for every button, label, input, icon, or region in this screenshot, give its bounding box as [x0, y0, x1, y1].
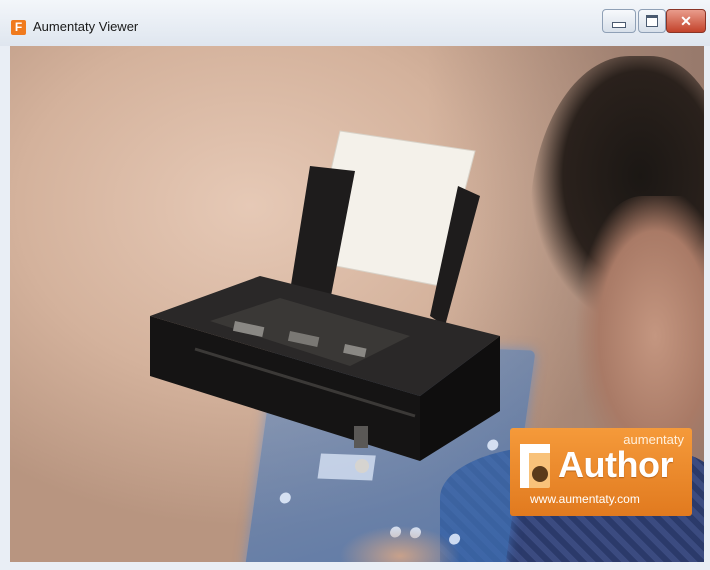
maximize-icon: [646, 15, 658, 27]
app-window: F Aumentaty Viewer ✕ aumentaty Author ww…: [0, 0, 710, 570]
minimize-button[interactable]: [602, 9, 636, 33]
title-bar[interactable]: F Aumentaty Viewer ✕: [0, 0, 710, 46]
person-hand: [340, 516, 460, 562]
power-button: [355, 459, 369, 473]
minimize-icon: [612, 22, 626, 28]
camera-viewport[interactable]: aumentaty Author www.aumentaty.com: [10, 46, 704, 562]
close-icon: ✕: [680, 13, 692, 29]
badge-title: Author: [558, 444, 673, 485]
aumentaty-logo-icon: F: [11, 20, 26, 35]
aumentaty-logo-icon: [520, 444, 550, 488]
marker-dot: [279, 492, 292, 504]
maximize-button[interactable]: [638, 9, 666, 33]
printer-graphic: [150, 130, 500, 473]
aumentaty-author-badge: aumentaty Author www.aumentaty.com: [510, 428, 692, 516]
window-title: Aumentaty Viewer: [33, 19, 139, 34]
printer-3d-model: [140, 126, 500, 486]
close-button[interactable]: ✕: [666, 9, 706, 33]
badge-url: www.aumentaty.com: [530, 492, 640, 506]
